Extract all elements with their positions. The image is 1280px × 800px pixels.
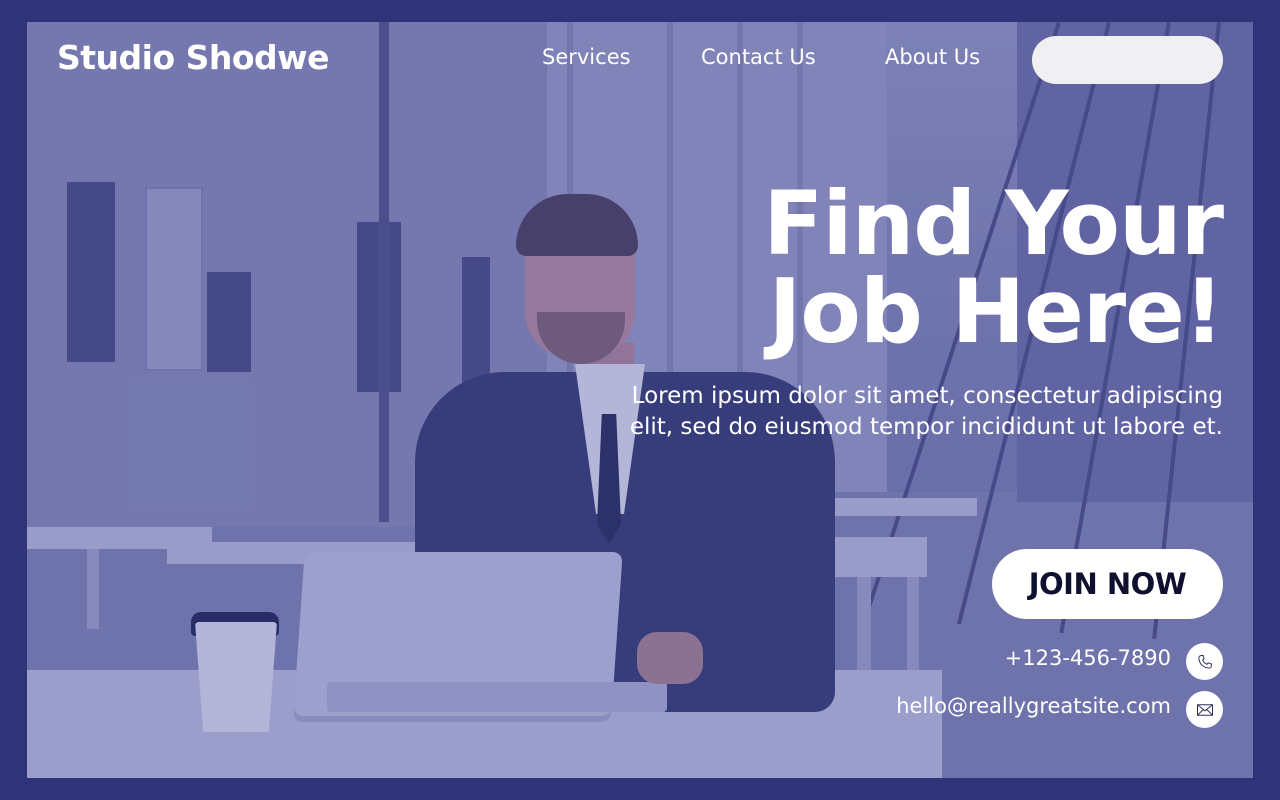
mail-icon-glyph bbox=[1196, 703, 1213, 716]
mail-icon[interactable] bbox=[1186, 691, 1223, 728]
nav-link-contact-us[interactable]: Contact Us bbox=[701, 45, 816, 75]
join-now-button[interactable]: JOIN NOW bbox=[992, 549, 1223, 619]
brand-logo[interactable]: Studio Shodwe bbox=[57, 38, 330, 77]
phone-icon-glyph bbox=[1197, 654, 1212, 669]
hero-title: Find Your Job Here! bbox=[523, 172, 1224, 363]
hero-title-line-1: Find Your bbox=[763, 172, 1224, 275]
nav-link-about-us[interactable]: About Us bbox=[885, 45, 980, 75]
nav-pill-button[interactable] bbox=[1032, 36, 1223, 84]
contact-email-text[interactable]: hello@reallygreatsite.com bbox=[896, 694, 1171, 718]
hero-title-line-2: Job Here! bbox=[768, 260, 1224, 363]
phone-icon[interactable] bbox=[1186, 643, 1223, 680]
hero-subtitle: Lorem ipsum dolor sit amet, consectetur … bbox=[629, 383, 1223, 440]
contact-phone-text[interactable]: +123-456-7890 bbox=[1005, 646, 1171, 670]
nav-link-services[interactable]: Services bbox=[542, 45, 631, 75]
